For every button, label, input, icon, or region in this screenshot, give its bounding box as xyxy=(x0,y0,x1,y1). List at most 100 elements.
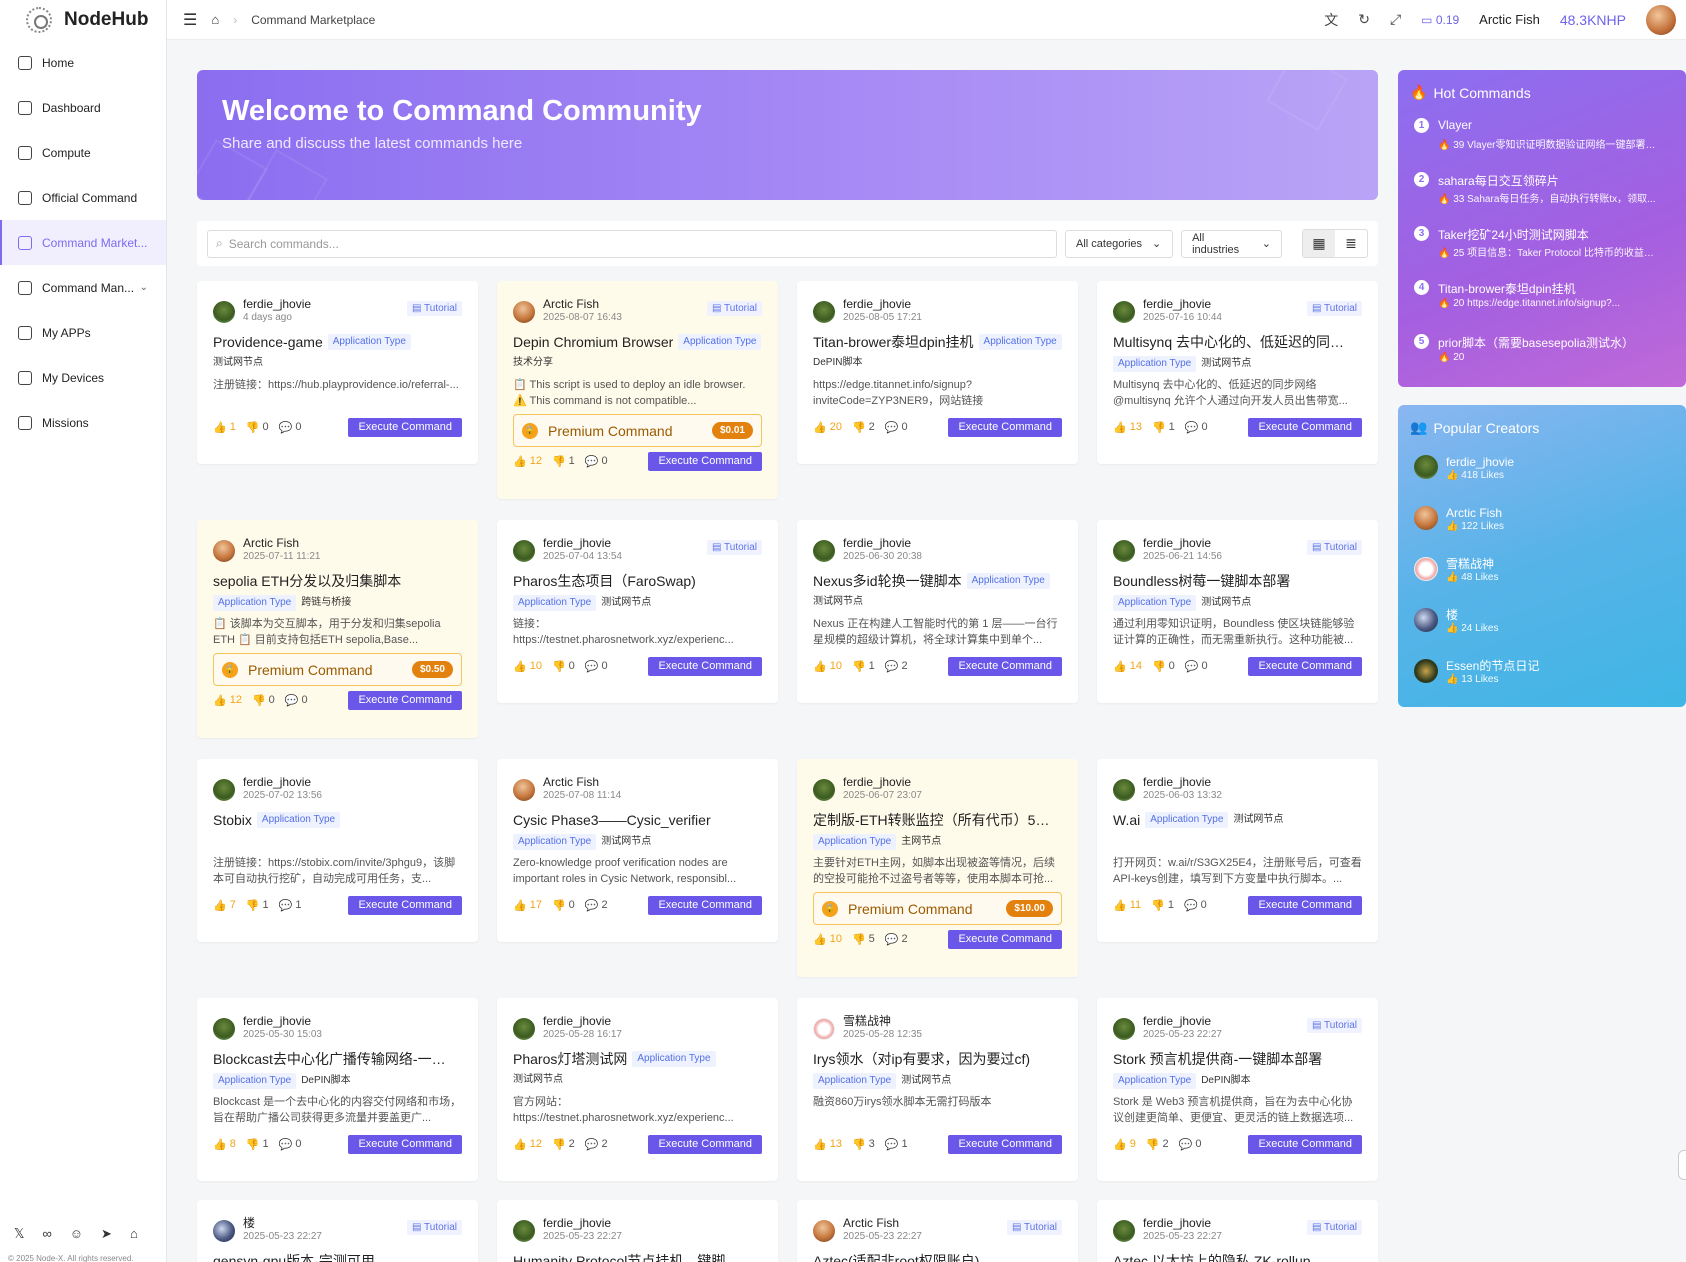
creator-name[interactable]: Essen的节点日记 xyxy=(1446,659,1539,673)
comment-button[interactable]: 💬 1 xyxy=(885,1138,908,1151)
hot-command-title[interactable]: prior脚本（需要basesepolia测试水） xyxy=(1438,334,1634,351)
author-name[interactable]: ferdie_jhovie xyxy=(1143,1216,1222,1230)
premium-command-badge[interactable]: 🔒 Premium Command $0.50 xyxy=(213,653,462,686)
command-card[interactable]: ferdie_jhovie 4 days ago ▤ Tutorial Provide… xyxy=(197,281,478,464)
dislike-button[interactable]: 👎 0 xyxy=(1152,660,1175,673)
command-card[interactable]: ferdie_jhovie 2025-06-30 20:38 Nexus多id轮换一… xyxy=(797,520,1078,703)
command-card[interactable]: 楼 2025-05-23 22:27 ▤ Tutorial gensyn-gpu版本-… xyxy=(197,1200,478,1262)
like-button[interactable]: 👍 9 xyxy=(1113,1138,1136,1151)
dislike-button[interactable]: 👎 2 xyxy=(852,421,875,434)
dislike-button[interactable]: 👎 1 xyxy=(1152,421,1175,434)
dislike-button[interactable]: 👎 0 xyxy=(552,660,575,673)
refresh-icon[interactable]: ↻ xyxy=(1358,11,1370,28)
fullscreen-icon[interactable]: ⤢ xyxy=(1390,11,1401,28)
comment-button[interactable]: 💬 0 xyxy=(1179,1138,1202,1151)
card-title[interactable]: gensyn-gpu版本-完测可用 xyxy=(213,1252,375,1262)
author-name[interactable]: ferdie_jhovie xyxy=(243,297,311,311)
execute-command-button[interactable]: Execute Command xyxy=(948,656,1062,676)
like-button[interactable]: 👍 14 xyxy=(1113,660,1142,673)
command-card[interactable]: Arctic Fish 2025-07-08 11:14 Cysic Phase3—… xyxy=(497,759,778,942)
card-title[interactable]: Pharos生态项目（FaroSwap) xyxy=(513,572,696,590)
like-button[interactable]: 👍 17 xyxy=(513,899,542,912)
home-icon[interactable]: ⌂ xyxy=(211,12,219,27)
execute-command-button[interactable]: Execute Command xyxy=(348,417,462,437)
avatar[interactable] xyxy=(513,779,535,801)
command-card[interactable]: 雪糕战神 2025-05-28 12:35 Irys领水（对ip有要求，因为要过cf… xyxy=(797,998,1078,1181)
sidebar-item-official-command[interactable]: Official Command xyxy=(0,175,166,220)
like-button[interactable]: 👍 10 xyxy=(513,660,542,673)
like-button[interactable]: 👍 8 xyxy=(213,1138,236,1151)
dislike-button[interactable]: 👎 1 xyxy=(1151,899,1174,912)
floating-edge-button[interactable] xyxy=(1678,1150,1686,1180)
balance[interactable]: ▭ 0.19 xyxy=(1421,13,1459,27)
username[interactable]: Arctic Fish xyxy=(1479,12,1540,27)
creator-name[interactable]: 楼 xyxy=(1446,608,1498,622)
avatar[interactable] xyxy=(1113,1220,1135,1242)
author-name[interactable]: ferdie_jhovie xyxy=(843,536,922,550)
translate-icon[interactable]: 文 xyxy=(1324,10,1338,30)
command-card[interactable]: ferdie_jhovie 2025-08-05 17:21 Titan-browe… xyxy=(797,281,1078,464)
avatar[interactable] xyxy=(1113,1018,1135,1040)
creator-name[interactable]: ferdie_jhovie xyxy=(1446,455,1514,469)
like-button[interactable]: 👍 12 xyxy=(213,694,242,707)
card-title[interactable]: Boundless树莓一键脚本部署 xyxy=(1113,572,1290,590)
comment-button[interactable]: 💬 0 xyxy=(1185,660,1208,673)
hot-command-title[interactable]: Taker挖矿24小时测试网脚本 xyxy=(1438,226,1589,243)
avatar[interactable] xyxy=(1113,779,1135,801)
avatar[interactable] xyxy=(213,301,235,323)
like-button[interactable]: 👍 11 xyxy=(1113,899,1141,912)
like-button[interactable]: 👍 10 xyxy=(813,660,842,673)
execute-command-button[interactable]: Execute Command xyxy=(648,895,762,915)
category-select[interactable]: All categories ⌄ xyxy=(1065,229,1174,258)
user-avatar[interactable] xyxy=(1646,4,1676,35)
dislike-button[interactable]: 👎 1 xyxy=(246,899,269,912)
avatar[interactable] xyxy=(813,540,835,562)
author-name[interactable]: ferdie_jhovie xyxy=(1143,775,1222,789)
logo[interactable]: NodeHub xyxy=(0,0,166,40)
card-title[interactable]: sepolia ETH分发以及归集脚本 xyxy=(213,572,401,590)
dislike-button[interactable]: 👎 5 xyxy=(852,933,875,946)
dislike-button[interactable]: 👎 1 xyxy=(246,1138,269,1151)
avatar[interactable] xyxy=(513,1220,535,1242)
like-button[interactable]: 👍 20 xyxy=(813,421,842,434)
avatar[interactable] xyxy=(813,779,835,801)
execute-command-button[interactable]: Execute Command xyxy=(648,656,762,676)
comment-button[interactable]: 💬 0 xyxy=(279,1138,302,1151)
hot-command-title[interactable]: Vlayer xyxy=(1438,118,1472,132)
author-name[interactable]: ferdie_jhovie xyxy=(1143,536,1222,550)
comment-button[interactable]: 💬 0 xyxy=(585,660,608,673)
avatar[interactable] xyxy=(813,301,835,323)
command-card[interactable]: ferdie_jhovie 2025-06-07 23:07 定制版-ETH转账监控… xyxy=(797,759,1078,977)
card-title[interactable]: Pharos灯塔测试网 xyxy=(513,1050,627,1068)
command-card[interactable]: ferdie_jhovie 2025-05-23 22:27 Humanity Pr… xyxy=(497,1200,778,1262)
command-card[interactable]: Arctic Fish 2025-07-11 11:21 sepolia ETH分发… xyxy=(197,520,478,738)
x-icon[interactable]: 𝕏 xyxy=(14,1226,24,1242)
comment-button[interactable]: 💬 2 xyxy=(585,1138,608,1151)
discord-icon[interactable]: ☺ xyxy=(70,1226,83,1242)
dislike-button[interactable]: 👎 0 xyxy=(552,899,575,912)
tutorial-badge[interactable]: ▤ Tutorial xyxy=(1306,1018,1362,1033)
execute-command-button[interactable]: Execute Command xyxy=(348,895,462,915)
grid-view-icon[interactable]: ▦ xyxy=(1303,230,1335,257)
card-title[interactable]: Aztec(适配非root权限账户) xyxy=(813,1252,979,1262)
dislike-button[interactable]: 👎 1 xyxy=(852,660,875,673)
comment-button[interactable]: 💬 0 xyxy=(1185,421,1208,434)
like-button[interactable]: 👍 1 xyxy=(213,421,236,434)
command-card[interactable]: ferdie_jhovie 2025-05-30 15:03 Blockcast去中… xyxy=(197,998,478,1181)
command-card[interactable]: ferdie_jhovie 2025-05-23 22:27 ▤ Tutorial A… xyxy=(1097,1200,1378,1262)
card-title[interactable]: Irys领水（对ip有要求，因为要过cf) xyxy=(813,1050,1030,1068)
tutorial-badge[interactable]: ▤ Tutorial xyxy=(1306,540,1362,555)
card-title[interactable]: Providence-game xyxy=(213,333,323,351)
like-button[interactable]: 👍 10 xyxy=(813,933,842,946)
execute-command-button[interactable]: Execute Command xyxy=(948,1134,1062,1154)
sidebar-item-compute[interactable]: Compute xyxy=(0,130,166,175)
author-name[interactable]: 楼 xyxy=(243,1216,322,1230)
author-name[interactable]: Arctic Fish xyxy=(243,536,320,550)
execute-command-button[interactable]: Execute Command xyxy=(648,451,762,471)
creator-item[interactable]: Essen的节点日记 👍 13 Likes xyxy=(1414,659,1539,687)
sidebar-item-missions[interactable]: Missions xyxy=(0,400,166,445)
avatar[interactable] xyxy=(213,540,235,562)
creator-name[interactable]: 雪糕战神 xyxy=(1446,557,1498,571)
command-card[interactable]: Arctic Fish 2025-05-23 22:27 ▤ Tutorial Azt… xyxy=(797,1200,1078,1262)
comment-button[interactable]: 💬 0 xyxy=(1184,899,1207,912)
